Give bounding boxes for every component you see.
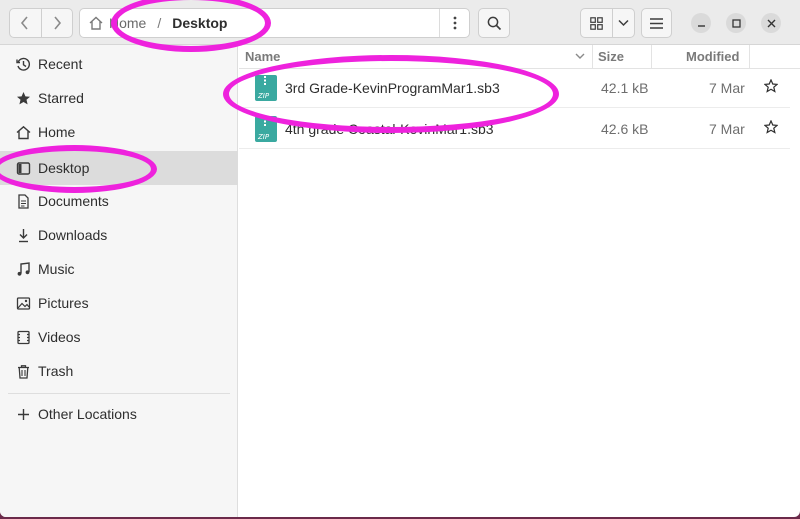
desktop-icon	[14, 161, 32, 176]
search-button[interactable]	[478, 8, 510, 38]
sort-chevron-down-icon[interactable]	[575, 53, 585, 60]
column-headers: Name Size Modified	[239, 45, 800, 69]
chevron-down-icon	[618, 19, 629, 27]
download-icon	[14, 228, 32, 243]
main-menu-button[interactable]	[641, 8, 672, 38]
sidebar-item-videos[interactable]: Videos	[0, 320, 238, 354]
file-modified: 7 Mar	[709, 80, 745, 96]
breadcrumb-home-label: Home	[109, 15, 147, 31]
column-separator	[592, 45, 593, 69]
sidebar-item-home[interactable]: Home	[0, 115, 238, 149]
star-outline-icon[interactable]	[764, 120, 778, 134]
navigation-buttons	[9, 8, 73, 38]
sidebar-divider	[8, 393, 230, 394]
column-name[interactable]: Name	[245, 49, 280, 64]
zip-archive-icon: ZIP	[255, 116, 277, 142]
sidebar-item-label: Trash	[38, 363, 74, 379]
sidebar: Recent Starred Home Desktop Documents Do…	[0, 45, 238, 517]
music-icon	[14, 261, 32, 277]
close-button[interactable]	[761, 13, 781, 33]
search-icon	[487, 16, 501, 30]
sidebar-item-label: Home	[38, 124, 76, 140]
sidebar-item-label: Other Locations	[38, 406, 137, 422]
file-row[interactable]: ZIP 3rd Grade-KevinProgramMar1.sb3 42.1 …	[239, 68, 790, 108]
trash-icon	[14, 364, 32, 379]
chevron-left-icon	[21, 16, 28, 30]
zip-archive-icon: ZIP	[255, 75, 277, 101]
path-bar: Home / Desktop	[79, 8, 470, 38]
grid-view-button[interactable]	[581, 9, 612, 37]
plus-icon	[14, 408, 32, 421]
sidebar-item-label: Videos	[38, 329, 81, 345]
home-icon	[14, 125, 32, 140]
sidebar-item-label: Desktop	[38, 160, 90, 176]
view-options-button[interactable]	[612, 9, 634, 37]
home-icon	[89, 16, 103, 30]
close-icon	[767, 19, 775, 27]
back-button[interactable]	[10, 9, 41, 37]
breadcrumb-current[interactable]: Desktop	[172, 15, 227, 31]
grid-icon	[590, 16, 603, 30]
document-icon	[14, 193, 32, 209]
view-switcher	[580, 8, 635, 38]
file-size: 42.1 kB	[601, 80, 649, 96]
video-icon	[14, 330, 32, 345]
file-name: 4th grade Coastal-KevinMar1.sb3	[285, 121, 494, 137]
column-size[interactable]: Size	[598, 49, 624, 64]
maximize-icon	[731, 18, 741, 28]
sidebar-item-label: Documents	[38, 193, 109, 209]
sidebar-item-label: Pictures	[38, 295, 89, 311]
sidebar-item-recent[interactable]: Recent	[0, 47, 238, 81]
file-row[interactable]: ZIP 4th grade Coastal-KevinMar1.sb3 42.6…	[239, 109, 790, 149]
sidebar-item-label: Music	[38, 261, 75, 277]
picture-icon	[14, 296, 32, 311]
svg-text:ZIP: ZIP	[257, 92, 270, 100]
sidebar-item-trash[interactable]: Trash	[0, 354, 238, 388]
minimize-button[interactable]	[691, 13, 711, 33]
path-menu-button[interactable]	[439, 9, 469, 37]
column-separator	[651, 45, 652, 69]
header-bar: Home / Desktop	[0, 0, 800, 45]
column-modified[interactable]: Modified	[686, 49, 739, 64]
file-name: 3rd Grade-KevinProgramMar1.sb3	[285, 80, 500, 96]
sidebar-item-label: Starred	[38, 90, 84, 106]
sidebar-item-label: Recent	[38, 56, 83, 72]
sidebar-item-downloads[interactable]: Downloads	[0, 218, 238, 252]
file-manager-window: Home / Desktop Recent Starred Home Deskt…	[0, 0, 800, 517]
chevron-right-icon	[54, 16, 61, 30]
forward-button[interactable]	[40, 9, 73, 37]
file-modified: 7 Mar	[709, 121, 745, 137]
minimize-icon	[697, 24, 705, 27]
sidebar-item-music[interactable]: Music	[0, 252, 238, 286]
star-outline-icon[interactable]	[764, 79, 778, 93]
sidebar-item-label: Downloads	[38, 227, 108, 243]
file-size: 42.6 kB	[601, 121, 649, 137]
breadcrumb-separator: /	[157, 15, 162, 31]
hamburger-menu-icon	[650, 17, 663, 29]
sidebar-item-other-locations[interactable]: Other Locations	[0, 397, 238, 431]
breadcrumb-home[interactable]: Home	[80, 15, 146, 31]
maximize-button[interactable]	[726, 13, 746, 33]
sidebar-item-pictures[interactable]: Pictures	[0, 286, 238, 320]
sidebar-item-starred[interactable]: Starred	[0, 81, 238, 115]
svg-text:ZIP: ZIP	[257, 133, 270, 141]
column-separator	[749, 45, 750, 69]
vertical-dots-icon	[453, 16, 456, 30]
sidebar-item-documents[interactable]: Documents	[0, 184, 238, 218]
clock-icon	[14, 57, 32, 72]
star-icon	[14, 91, 32, 106]
sidebar-item-desktop[interactable]: Desktop	[0, 151, 238, 185]
